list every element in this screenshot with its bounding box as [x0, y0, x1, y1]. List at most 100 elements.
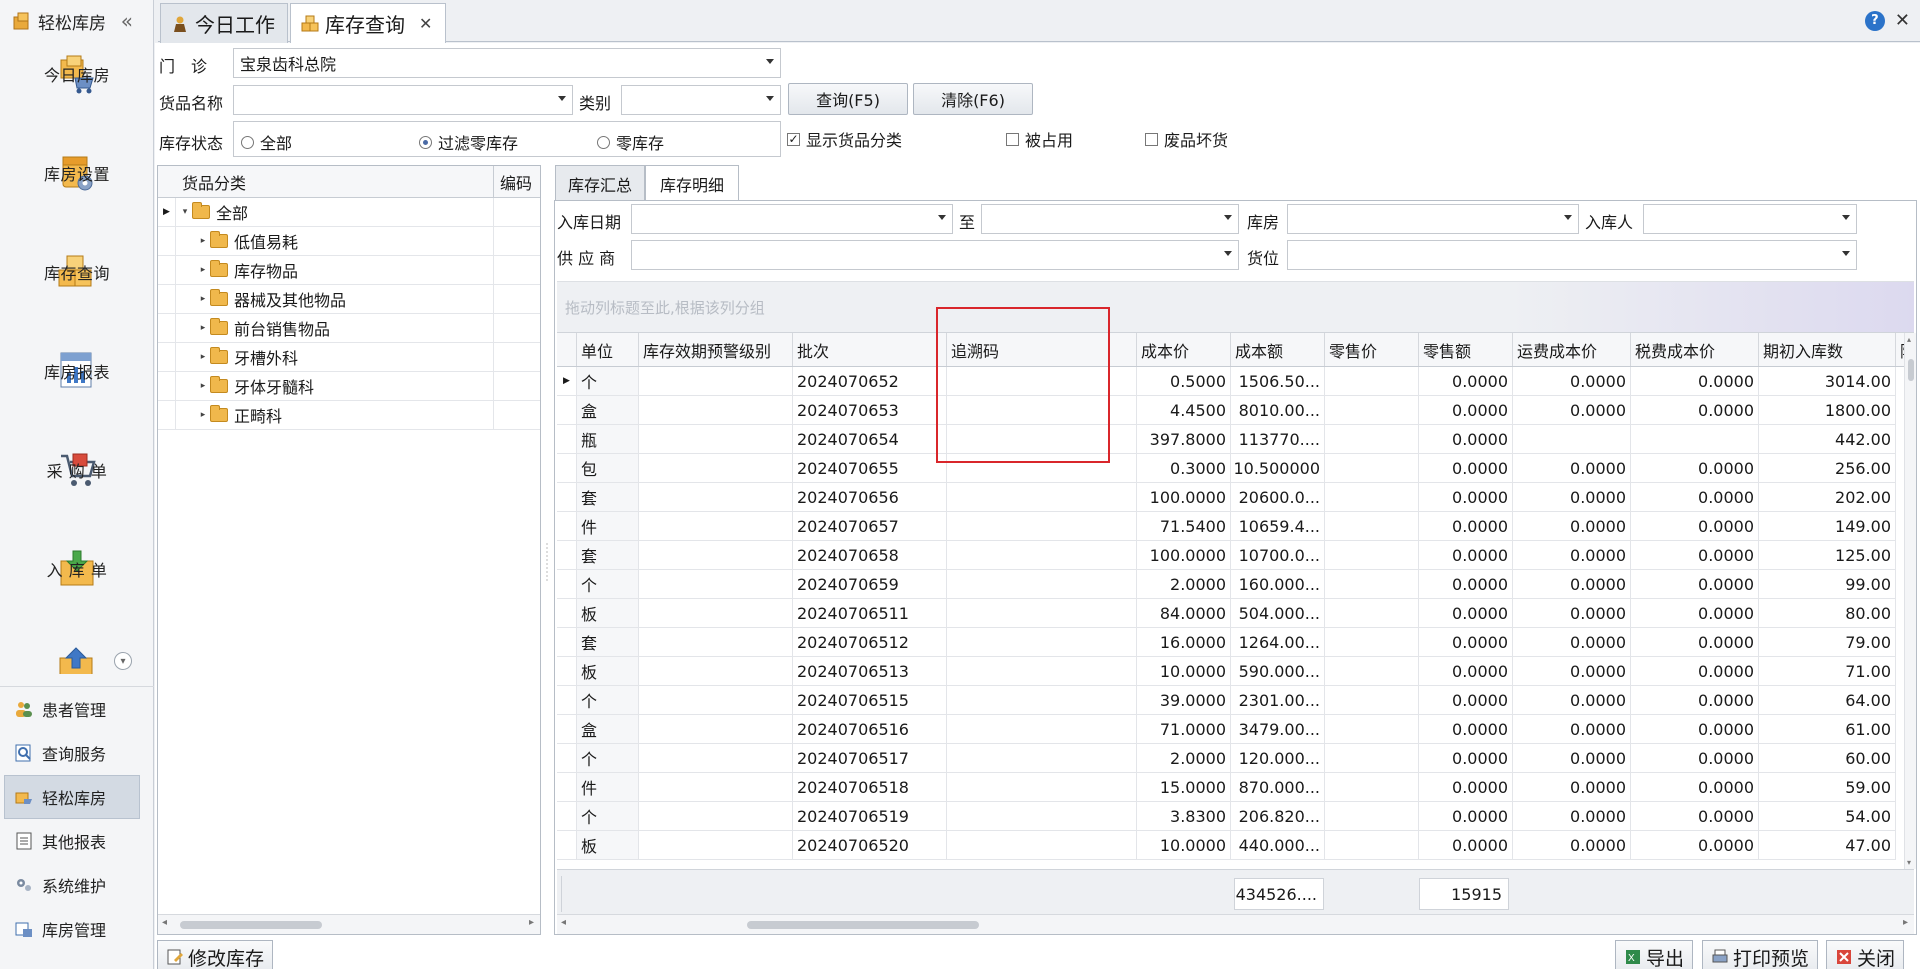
- collapsed-caret-icon[interactable]: ▸: [196, 265, 210, 275]
- scroll-left-icon[interactable]: ◂: [561, 917, 566, 928]
- module-query-service[interactable]: 查询服务: [0, 731, 154, 775]
- column-header[interactable]: 单位: [577, 333, 639, 366]
- tree-node[interactable]: ▸ 牙槽外科: [158, 342, 540, 372]
- nav-item-warehouse-settings[interactable]: 库房设置: [8, 141, 146, 240]
- tree-node[interactable]: ▸ 器械及其他物品: [158, 284, 540, 314]
- tree-col-category[interactable]: 货品分类: [158, 166, 494, 197]
- table-row[interactable]: 盒 20240706516 71.0000 3479.00... 0.0000 0.000…: [557, 715, 1896, 744]
- table-row[interactable]: 套 20240706512 16.0000 1264.00... 0.0000 0.000…: [557, 628, 1896, 657]
- collapsed-caret-icon[interactable]: ▸: [196, 410, 210, 420]
- table-row[interactable]: 个 20240706517 2.0000 120.000... 0.0000 0.0000…: [557, 744, 1896, 773]
- table-row[interactable]: 瓶 2024070654 397.8000 113770.... 0.0000 442.0…: [557, 425, 1896, 454]
- table-row[interactable]: 板 20240706511 84.0000 504.000... 0.0000 0.000…: [557, 599, 1896, 628]
- tree-node[interactable]: ▸ 库存物品: [158, 255, 540, 285]
- show-category-checkbox[interactable]: ✓ 显示货品分类: [787, 127, 902, 151]
- tree-node[interactable]: ▸ 正畸科: [158, 400, 540, 430]
- table-row[interactable]: 盒 2024070653 4.4500 8010.00... 0.0000 0.0000 0…: [557, 396, 1896, 425]
- table-row[interactable]: 个 20240706515 39.0000 2301.00... 0.0000 0.000…: [557, 686, 1896, 715]
- in-date-start-select[interactable]: [631, 204, 953, 234]
- nav-more-button[interactable]: ▾: [114, 652, 132, 670]
- status-radio-all[interactable]: 全部: [241, 130, 292, 154]
- scrollbar-thumb[interactable]: [747, 921, 979, 929]
- scroll-down-icon[interactable]: ▾: [1907, 858, 1911, 867]
- collapsed-caret-icon[interactable]: ▸: [196, 352, 210, 362]
- table-row[interactable]: 板 20240706520 10.0000 440.000... 0.0000 0.000…: [557, 831, 1896, 860]
- column-header[interactable]: 零售价: [1325, 333, 1419, 366]
- nav-item-inbound-order[interactable]: 入 库 单: [8, 537, 146, 636]
- collapsed-caret-icon[interactable]: ▸: [196, 381, 210, 391]
- column-header[interactable]: 税费成本价: [1631, 333, 1759, 366]
- tree-col-code[interactable]: 编码: [494, 166, 540, 197]
- help-icon[interactable]: ?: [1864, 10, 1885, 31]
- category-select[interactable]: [621, 85, 781, 115]
- query-button[interactable]: 查询(F5): [788, 83, 908, 115]
- nav-item-purchase-order[interactable]: 采 购 单: [8, 438, 146, 537]
- module-patient-management[interactable]: 患者管理: [0, 687, 154, 731]
- nav-item-today-warehouse[interactable]: 今日库房: [8, 42, 146, 141]
- tab-stock-detail[interactable]: 库存明细: [645, 165, 739, 202]
- chevron-down-icon[interactable]: [766, 96, 774, 101]
- column-header[interactable]: 追溯码: [947, 333, 1137, 366]
- status-radio-zero[interactable]: 零库存: [597, 130, 664, 154]
- tab-stock-summary[interactable]: 库存汇总: [555, 165, 645, 201]
- tab-stock-query[interactable]: 库存查询 ✕: [290, 3, 446, 43]
- waste-checkbox[interactable]: 废品坏货: [1145, 127, 1228, 151]
- expanded-caret-icon[interactable]: ▾: [178, 207, 192, 217]
- chevron-down-icon[interactable]: [1842, 215, 1850, 220]
- chevron-down-icon[interactable]: [1564, 215, 1572, 220]
- modify-stock-button[interactable]: 修改库存: [157, 940, 274, 969]
- nav-item-warehouse-report[interactable]: 库房报表: [8, 339, 146, 438]
- chevron-down-icon[interactable]: [1224, 251, 1232, 256]
- location-select[interactable]: [1287, 240, 1857, 270]
- occupied-checkbox[interactable]: 被占用: [1006, 127, 1073, 151]
- table-row[interactable]: 件 20240706518 15.0000 870.000... 0.0000 0.000…: [557, 773, 1896, 802]
- table-row[interactable]: 个 2024070659 2.0000 160.000... 0.0000 0.0000 0…: [557, 570, 1896, 599]
- nav-item-stock-query[interactable]: 库存查询: [8, 240, 146, 339]
- close-tab-icon[interactable]: ✕: [419, 14, 432, 33]
- column-header[interactable]: 成本额: [1231, 333, 1325, 366]
- tab-today-work[interactable]: 今日工作: [160, 3, 288, 43]
- column-header[interactable]: 批次: [793, 333, 947, 366]
- chevron-down-icon[interactable]: [1842, 251, 1850, 256]
- collapse-nav-button[interactable]: «: [121, 9, 133, 33]
- scroll-left-icon[interactable]: ◂: [162, 917, 167, 928]
- in-person-select[interactable]: [1643, 204, 1857, 234]
- scroll-up-icon[interactable]: ▴: [1907, 335, 1911, 344]
- column-header[interactable]: 附: [1896, 333, 1904, 366]
- column-header[interactable]: 成本价: [1137, 333, 1231, 366]
- export-button[interactable]: X 导出: [1615, 940, 1694, 969]
- collapsed-caret-icon[interactable]: ▸: [196, 294, 210, 304]
- tree-node-root[interactable]: ▶ ▾ 全部: [158, 197, 540, 227]
- table-row[interactable]: 套 2024070658 100.0000 10700.0... 0.0000 0.000…: [557, 541, 1896, 570]
- column-header[interactable]: 库存效期预警级别: [639, 333, 793, 366]
- module-warehouse-management[interactable]: 库房管理: [0, 907, 154, 951]
- tree-node[interactable]: ▸ 前台销售物品: [158, 313, 540, 343]
- close-button[interactable]: 关闭: [1826, 940, 1905, 969]
- goods-name-select[interactable]: [233, 85, 573, 115]
- tree-horizontal-scrollbar[interactable]: ◂ ▸: [158, 914, 540, 934]
- grid-horizontal-scrollbar[interactable]: ◂ ▸: [557, 914, 1914, 934]
- clinic-select[interactable]: 宝泉齿科总院: [233, 48, 781, 78]
- column-header[interactable]: 期初入库数: [1759, 333, 1896, 366]
- tree-node[interactable]: ▸ 低值易耗: [158, 226, 540, 256]
- column-header[interactable]: 运费成本价: [1513, 333, 1631, 366]
- module-other-reports[interactable]: 其他报表: [0, 819, 154, 863]
- collapsed-caret-icon[interactable]: ▸: [196, 236, 210, 246]
- panel-splitter[interactable]: [544, 543, 550, 583]
- supplier-select[interactable]: [631, 240, 1239, 270]
- in-date-end-select[interactable]: [981, 204, 1239, 234]
- column-header[interactable]: 零售额: [1419, 333, 1513, 366]
- print-preview-button[interactable]: 打印预览: [1702, 940, 1819, 969]
- table-row[interactable]: 套 2024070656 100.0000 20600.0... 0.0000 0.000…: [557, 483, 1896, 512]
- warehouse-select[interactable]: [1287, 204, 1579, 234]
- chevron-down-icon[interactable]: [938, 215, 946, 220]
- clear-button[interactable]: 清除(F6): [913, 83, 1033, 115]
- scroll-right-icon[interactable]: ▸: [529, 917, 534, 928]
- chevron-down-icon[interactable]: [1224, 215, 1232, 220]
- scrollbar-thumb[interactable]: [180, 921, 322, 929]
- group-by-area[interactable]: 拖动列标题至此,根据该列分组: [557, 281, 1914, 333]
- table-row[interactable]: ▶ 个 2024070652 0.5000 1506.50... 0.0000 0.0000…: [557, 367, 1896, 396]
- module-easy-warehouse[interactable]: 轻松库房: [4, 775, 140, 819]
- chevron-down-icon[interactable]: [766, 59, 774, 64]
- collapsed-caret-icon[interactable]: ▸: [196, 323, 210, 333]
